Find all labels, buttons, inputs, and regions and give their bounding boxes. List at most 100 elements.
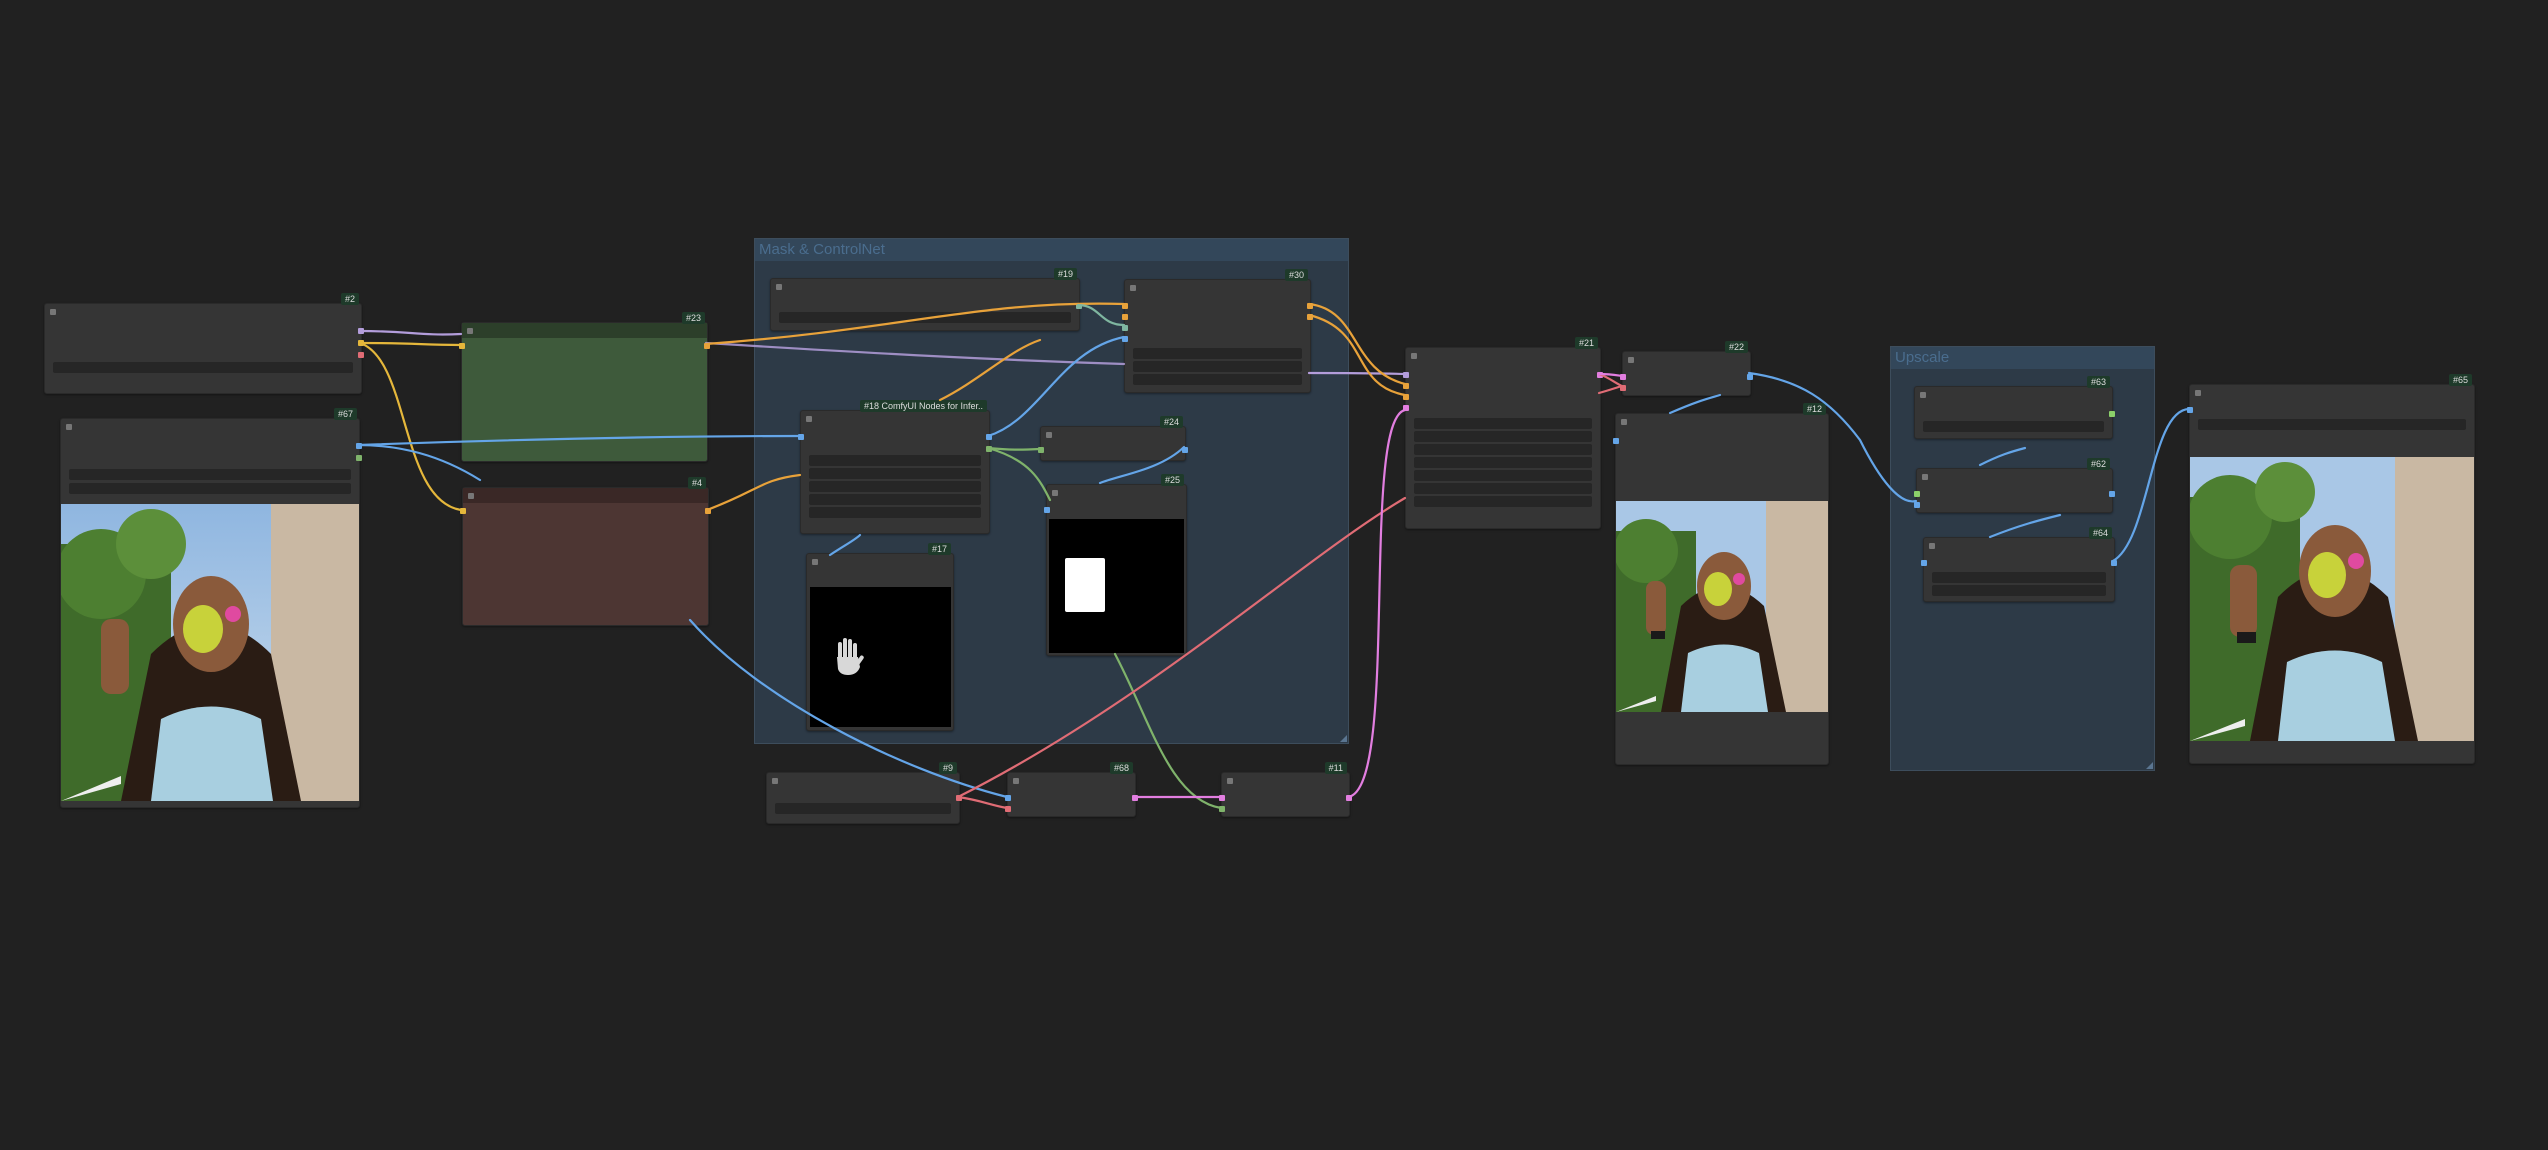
positive-input-slot[interactable] bbox=[1122, 303, 1128, 309]
collapse-toggle[interactable] bbox=[1920, 392, 1926, 398]
latent-output-slot[interactable] bbox=[1597, 372, 1603, 378]
collapse-toggle[interactable] bbox=[50, 309, 56, 315]
image-scale-node[interactable]: #64 bbox=[1921, 527, 2117, 602]
mask-input-slot[interactable] bbox=[1219, 806, 1225, 812]
group-resize-handle[interactable] bbox=[2146, 762, 2153, 769]
image-output-slot[interactable] bbox=[1747, 374, 1753, 380]
collapse-toggle[interactable] bbox=[812, 559, 818, 565]
upscale-with-model-node[interactable]: #62 bbox=[1914, 458, 2115, 513]
steps-widget[interactable] bbox=[1414, 444, 1592, 455]
latent-input-slot[interactable] bbox=[1403, 405, 1409, 411]
checkpoint-loader-node[interactable]: #2 bbox=[44, 293, 364, 394]
mask-input-slot[interactable] bbox=[1038, 447, 1044, 453]
collapse-toggle[interactable] bbox=[1227, 778, 1233, 784]
samples-input-slot[interactable] bbox=[1620, 374, 1626, 380]
model-input-slot[interactable] bbox=[1403, 372, 1409, 378]
negative-output-slot[interactable] bbox=[1307, 314, 1313, 320]
collapse-toggle[interactable] bbox=[1130, 285, 1136, 291]
vae-link[interactable] bbox=[956, 795, 1009, 810]
image-output-slot[interactable] bbox=[1182, 447, 1188, 453]
collapse-toggle[interactable] bbox=[2195, 390, 2201, 396]
mask-preview-node[interactable]: #25 bbox=[1044, 474, 1187, 656]
image-output-slot[interactable] bbox=[986, 434, 992, 440]
image-output-slot[interactable] bbox=[356, 443, 362, 449]
clip-output-slot[interactable] bbox=[358, 340, 364, 346]
control-after-generate-widget[interactable] bbox=[1414, 431, 1592, 442]
collapse-toggle[interactable] bbox=[1046, 432, 1052, 438]
denoise-widget[interactable] bbox=[1414, 496, 1592, 507]
images-input-slot[interactable] bbox=[1613, 438, 1619, 444]
scale-method-widget[interactable] bbox=[1932, 572, 2106, 583]
apply-controlnet-node[interactable]: #30 bbox=[1122, 269, 1313, 393]
image-link[interactable] bbox=[1668, 393, 1722, 415]
group-resize-handle[interactable] bbox=[1340, 735, 1347, 742]
positive-input-slot[interactable] bbox=[1403, 383, 1409, 389]
collapse-toggle[interactable] bbox=[468, 493, 474, 499]
end-percent-widget[interactable] bbox=[1133, 374, 1302, 385]
vae-name-widget[interactable] bbox=[775, 803, 951, 814]
vae-encode-node[interactable]: #68 bbox=[1005, 762, 1138, 817]
strength-widget[interactable] bbox=[1133, 348, 1302, 359]
model-output-slot[interactable] bbox=[358, 328, 364, 334]
cfg-widget[interactable] bbox=[1414, 457, 1592, 468]
image-output-slot[interactable] bbox=[2111, 560, 2117, 566]
clip-link[interactable] bbox=[358, 341, 463, 347]
upload-button[interactable] bbox=[69, 483, 351, 494]
detector-widget-1[interactable] bbox=[809, 455, 981, 466]
collapse-toggle[interactable] bbox=[467, 328, 473, 334]
set-latent-mask-node[interactable]: #11 bbox=[1219, 762, 1352, 817]
collapse-toggle[interactable] bbox=[806, 416, 812, 422]
image-input-slot[interactable] bbox=[1122, 336, 1128, 342]
detector-widget-4[interactable] bbox=[809, 494, 981, 505]
save-image-node[interactable]: #65 bbox=[2187, 374, 2475, 764]
control-net-output-slot[interactable] bbox=[1076, 303, 1082, 309]
samples-input-slot[interactable] bbox=[1219, 795, 1225, 801]
detector-widget-5[interactable] bbox=[809, 507, 981, 518]
negative-input-slot[interactable] bbox=[1122, 314, 1128, 320]
latent-output-slot[interactable] bbox=[1132, 795, 1138, 801]
vae-output-slot[interactable] bbox=[358, 352, 364, 358]
collapse-toggle[interactable] bbox=[1052, 490, 1058, 496]
vae-decode-node[interactable]: #22 bbox=[1620, 341, 1753, 396]
collapse-toggle[interactable] bbox=[66, 424, 72, 430]
control-net-input-slot[interactable] bbox=[1122, 325, 1128, 331]
hand-detector-node[interactable]: #18 ComfyUI Nodes for Infer.. bbox=[798, 400, 992, 534]
collapse-toggle[interactable] bbox=[1621, 419, 1627, 425]
negative-input-slot[interactable] bbox=[1403, 394, 1409, 400]
preview-image-node[interactable]: #12 bbox=[1613, 403, 1829, 765]
positive-output-slot[interactable] bbox=[1307, 303, 1313, 309]
upscale-model-output-slot[interactable] bbox=[2109, 411, 2115, 417]
image-input-slot[interactable] bbox=[798, 434, 804, 440]
negative-prompt-node[interactable]: #4 bbox=[460, 477, 711, 626]
image-input-slot[interactable] bbox=[1914, 502, 1920, 508]
collapse-toggle[interactable] bbox=[1013, 778, 1019, 784]
collapse-toggle[interactable] bbox=[776, 284, 782, 290]
clip-input-slot[interactable] bbox=[460, 508, 466, 514]
model-link[interactable] bbox=[358, 329, 463, 336]
group-title[interactable]: Upscale bbox=[1891, 347, 2154, 369]
latent-output-slot[interactable] bbox=[1346, 795, 1352, 801]
collapse-toggle[interactable] bbox=[1929, 543, 1935, 549]
image-select-widget[interactable] bbox=[69, 469, 351, 480]
controlnet-name-widget[interactable] bbox=[779, 312, 1071, 323]
pixels-input-slot[interactable] bbox=[1005, 795, 1011, 801]
vae-loader-node[interactable]: #9 bbox=[766, 762, 962, 824]
filename-prefix-widget[interactable] bbox=[2198, 419, 2466, 430]
scale-by-widget[interactable] bbox=[1932, 585, 2106, 596]
vae-input-slot[interactable] bbox=[1005, 806, 1011, 812]
vae-output-slot[interactable] bbox=[956, 795, 962, 801]
sampler-name-widget[interactable] bbox=[1414, 470, 1592, 481]
start-percent-widget[interactable] bbox=[1133, 361, 1302, 372]
upscale-model-loader-node[interactable]: #63 bbox=[1914, 376, 2115, 439]
collapse-toggle[interactable] bbox=[1628, 357, 1634, 363]
image-input-slot[interactable] bbox=[1044, 507, 1050, 513]
controlnet-loader-node[interactable]: #19 bbox=[770, 268, 1082, 331]
checkpoint-name-widget[interactable] bbox=[53, 362, 353, 373]
vae-input-slot[interactable] bbox=[1620, 385, 1626, 391]
collapse-toggle[interactable] bbox=[1922, 474, 1928, 480]
collapse-toggle[interactable] bbox=[772, 778, 778, 784]
images-input-slot[interactable] bbox=[2187, 407, 2193, 413]
conditioning-output-slot[interactable] bbox=[704, 343, 710, 349]
conditioning-output-slot[interactable] bbox=[705, 508, 711, 514]
group-title[interactable]: Mask & ControlNet bbox=[755, 239, 1348, 261]
